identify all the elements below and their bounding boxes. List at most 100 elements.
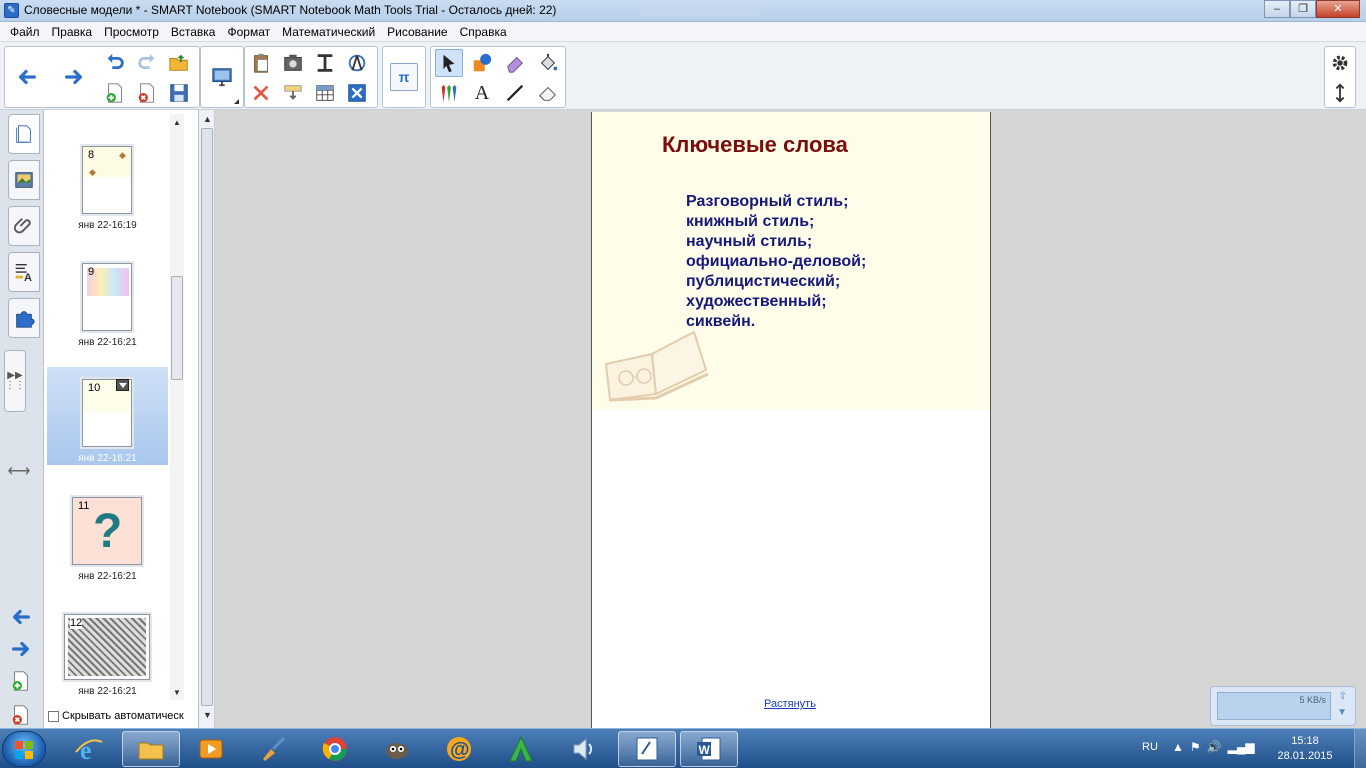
taskbar-explorer[interactable] <box>122 731 180 767</box>
next-page-button[interactable] <box>60 63 88 91</box>
add-page-side-button[interactable] <box>10 670 32 692</box>
add-page-button[interactable] <box>101 79 129 107</box>
page-menu-dropdown-icon[interactable] <box>116 379 129 391</box>
creative-pen-button[interactable] <box>501 49 529 77</box>
settings-button[interactable] <box>1326 49 1354 77</box>
eraser-tool-button[interactable] <box>534 79 562 107</box>
show-hidden-icons-icon[interactable]: ▲ <box>1172 740 1184 754</box>
undo-button[interactable] <box>101 49 129 77</box>
splitter-bar[interactable] <box>201 128 213 706</box>
show-desktop-button[interactable] <box>1354 729 1366 768</box>
smart-notebook-app-icon[interactable]: ✎ <box>4 3 19 18</box>
menu-view[interactable]: Просмотр <box>98 25 165 39</box>
delete-button[interactable] <box>247 79 275 107</box>
page-thumbnail-9[interactable]: 9 янв 22-16:21 <box>47 255 168 353</box>
panel-splitter[interactable]: ▲ ▼ <box>199 110 215 728</box>
slide-title[interactable]: Ключевые слова <box>662 132 848 158</box>
gear-icon <box>1332 55 1348 71</box>
taskbar-media-player[interactable] <box>182 731 240 767</box>
scroll-up-icon[interactable]: ▲ <box>203 114 212 124</box>
page-sorter-scroll-thumb[interactable] <box>171 276 183 380</box>
taskbar-paint[interactable] <box>244 731 302 767</box>
display-dropdown-icon[interactable] <box>234 99 239 104</box>
scroll-up-icon[interactable]: ▲ <box>173 118 181 127</box>
camera-icon <box>284 54 302 71</box>
tab-page-sorter[interactable] <box>8 114 40 154</box>
text-tool-button[interactable]: A <box>468 79 496 107</box>
menu-help[interactable]: Справка <box>454 25 513 39</box>
taskbar-mail-agent[interactable]: @ <box>430 731 488 767</box>
side-tab-bar: A ▶▶ ⋮⋮ ⟷ <box>0 110 44 728</box>
svg-text:A: A <box>24 272 32 283</box>
insert-table-tool-button[interactable] <box>311 49 339 77</box>
toolbar-group-math: π <box>382 46 426 108</box>
move-toolbar-button[interactable] <box>1326 79 1354 107</box>
next-page-side-button[interactable] <box>10 638 32 660</box>
menu-math[interactable]: Математический <box>276 25 381 39</box>
tab-expand-grip[interactable]: ▶▶ ⋮⋮ <box>4 350 26 412</box>
previous-page-button[interactable] <box>13 63 41 91</box>
resize-horizontal-icon[interactable]: ⟷ <box>8 460 31 482</box>
action-center-icon[interactable]: ⚑ <box>1190 740 1201 754</box>
keyboard-language[interactable]: RU <box>1142 741 1158 753</box>
tab-gallery[interactable] <box>8 160 40 200</box>
taskbar-gimp[interactable] <box>368 731 426 767</box>
fill-tool-button[interactable] <box>534 49 562 77</box>
system-clock[interactable]: 15:18 28.01.2015 <box>1270 734 1340 764</box>
close-button[interactable]: ✕ <box>1316 0 1360 18</box>
scroll-down-icon[interactable]: ▼ <box>203 710 212 720</box>
tab-properties[interactable]: A <box>8 252 40 292</box>
menu-format[interactable]: Формат <box>221 25 276 39</box>
taskbar-smart-notebook[interactable] <box>618 731 676 767</box>
network-speed-widget[interactable]: 5 KB/s ⇧ ▼ <box>1210 686 1356 726</box>
screen-shade-button[interactable] <box>279 79 307 107</box>
delete-page-side-button[interactable] <box>10 704 32 726</box>
magic-pen-button[interactable] <box>343 49 371 77</box>
menu-file[interactable]: Файл <box>4 25 46 39</box>
keyword-list[interactable]: Разговорный стиль; книжный стиль; научны… <box>686 192 866 332</box>
page-thumbnail-10[interactable]: 10 янв 22-16:21 <box>47 367 168 465</box>
display-screen-button[interactable] <box>208 63 236 91</box>
taskbar-audio[interactable] <box>554 731 612 767</box>
delete-page-button[interactable] <box>133 79 161 107</box>
math-tools-button[interactable]: π <box>390 63 418 91</box>
screen-capture-button[interactable] <box>279 49 307 77</box>
scroll-down-icon[interactable]: ▼ <box>173 688 181 697</box>
select-tool-button[interactable] <box>435 49 463 77</box>
volume-icon[interactable]: 🔊 <box>1207 740 1222 754</box>
insert-table-button[interactable] <box>311 79 339 107</box>
autohide-option[interactable]: Скрывать автоматическ <box>48 710 184 722</box>
stretch-page-link[interactable]: Растянуть <box>764 698 816 710</box>
tab-addons[interactable] <box>8 298 40 338</box>
taskbar-app-a[interactable] <box>492 731 550 767</box>
open-file-button[interactable] <box>165 49 193 77</box>
taskbar-ie[interactable]: e <box>60 731 118 767</box>
at-sign-icon: @ <box>447 737 471 761</box>
page-thumbnail-12[interactable]: 12 янв 22-16:21 <box>47 606 168 704</box>
shapes-tool-button[interactable] <box>468 49 496 77</box>
paste-button[interactable] <box>247 49 275 77</box>
page-thumbnail-8[interactable]: ◆ ◆ 8 янв 22-16:19 <box>47 138 168 236</box>
notebook-page[interactable]: Ключевые слова Разговорный стиль; книжны… <box>591 112 991 728</box>
menu-insert[interactable]: Вставка <box>165 25 222 39</box>
pens-tool-button[interactable] <box>435 79 463 107</box>
svg-text:W: W <box>699 743 711 757</box>
menu-draw[interactable]: Рисование <box>381 25 453 39</box>
taskbar-word[interactable]: W <box>680 731 738 767</box>
open-book-icon[interactable] <box>600 324 712 404</box>
page-thumbnail-11[interactable]: ? 11 янв 22-16:21 <box>47 489 168 587</box>
network-signal-icon[interactable]: ▂▄▆ <box>1228 740 1255 754</box>
autohide-checkbox[interactable] <box>48 710 59 722</box>
page-sorter-scrollbar[interactable]: ▲ ▼ <box>170 114 184 700</box>
full-screen-button[interactable] <box>343 79 371 107</box>
minimize-button[interactable]: ‒ <box>1264 0 1290 18</box>
tab-attachments[interactable] <box>8 206 40 246</box>
taskbar-chrome[interactable] <box>306 731 364 767</box>
menu-edit[interactable]: Правка <box>46 25 99 39</box>
redo-button[interactable] <box>133 49 161 77</box>
prev-page-side-button[interactable] <box>10 606 32 628</box>
save-button[interactable] <box>165 79 193 107</box>
start-button[interactable] <box>2 731 46 767</box>
maximize-button[interactable]: ❐ <box>1290 0 1316 18</box>
line-tool-button[interactable] <box>501 79 529 107</box>
